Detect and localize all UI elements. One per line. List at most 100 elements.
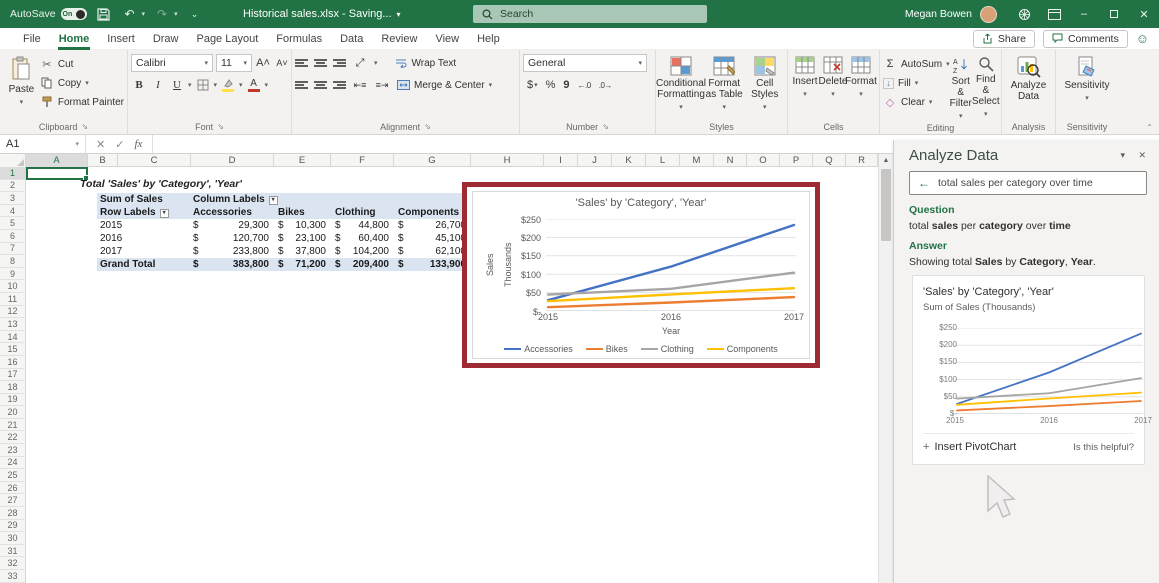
- increase-decimal-button[interactable]: ←.0: [578, 81, 591, 90]
- comments-button[interactable]: Comments: [1043, 30, 1128, 48]
- sort-filter-button[interactable]: AZ Sort & Filter▾: [950, 52, 972, 122]
- row-header-27[interactable]: 27: [0, 494, 26, 507]
- ribbon-display-options-icon[interactable]: [1039, 0, 1069, 28]
- sheet-title-cell[interactable]: Total 'Sales' by 'Category', 'Year': [80, 178, 242, 190]
- tab-formulas[interactable]: Formulas: [267, 30, 331, 48]
- row-header-30[interactable]: 30: [0, 532, 26, 545]
- tab-view[interactable]: View: [426, 30, 468, 48]
- italic-button[interactable]: I: [150, 77, 166, 94]
- pivot-cell[interactable]: $45,100: [395, 232, 472, 245]
- format-cells-button[interactable]: Format▾: [847, 52, 875, 100]
- clipboard-launcher-icon[interactable]: ⇘: [81, 122, 88, 131]
- pivot-row-labels[interactable]: Row Labels▾: [97, 206, 190, 219]
- underline-button[interactable]: U: [169, 77, 185, 94]
- row-header-28[interactable]: 28: [0, 507, 26, 520]
- pivot-measure-label[interactable]: Sum of Sales: [97, 193, 190, 206]
- autosave-switch-icon[interactable]: On: [61, 8, 87, 20]
- pivot-cell[interactable]: $62,100: [395, 245, 472, 258]
- column-header-O[interactable]: O: [747, 154, 780, 167]
- orientation-icon[interactable]: ⤢: [352, 55, 368, 72]
- percent-style-button[interactable]: %: [546, 79, 556, 91]
- column-header-B[interactable]: B: [88, 154, 118, 167]
- undo-dropdown-icon[interactable]: ▾: [142, 10, 146, 18]
- row-header-23[interactable]: 23: [0, 444, 26, 457]
- column-labels-filter-icon[interactable]: ▾: [269, 196, 278, 205]
- pivot-cell[interactable]: $120,700: [190, 232, 275, 245]
- pivot-chart[interactable]: 'Sales' by 'Category', 'Year' Sales Thou…: [472, 191, 810, 359]
- pivot-cell[interactable]: $37,800: [275, 245, 332, 258]
- scroll-up-icon[interactable]: ▲: [879, 154, 893, 167]
- merge-center-button[interactable]: Merge & Center▾: [396, 77, 492, 93]
- row-header-11[interactable]: 11: [0, 293, 26, 306]
- redo-button[interactable]: ↷: [153, 6, 171, 22]
- is-this-helpful-link[interactable]: Is this helpful?: [1073, 442, 1134, 453]
- restore-button[interactable]: [1099, 0, 1129, 28]
- pivot-year-2017[interactable]: 2017: [97, 245, 190, 258]
- pivot-grand-total-label[interactable]: Grand Total: [97, 258, 190, 271]
- tab-draw[interactable]: Draw: [144, 30, 188, 48]
- row-header-15[interactable]: 15: [0, 343, 26, 356]
- pane-options-icon[interactable]: ▾: [1120, 150, 1125, 161]
- undo-button[interactable]: ↶: [121, 6, 139, 22]
- scrollbar-thumb[interactable]: [881, 169, 891, 241]
- row-header-33[interactable]: 33: [0, 570, 26, 583]
- column-header-A[interactable]: A: [26, 154, 88, 167]
- format-painter-button[interactable]: Format Painter: [40, 94, 124, 110]
- column-header-C[interactable]: C: [118, 154, 191, 167]
- decrease-font-icon[interactable]: A˅: [274, 55, 290, 72]
- pivot-cell[interactable]: $60,400: [332, 232, 395, 245]
- row-header-14[interactable]: 14: [0, 331, 26, 344]
- insert-cells-button[interactable]: Insert▾: [791, 52, 819, 100]
- redo-dropdown-icon[interactable]: ▾: [174, 10, 178, 18]
- name-box-dropdown-icon[interactable]: ▾: [75, 140, 79, 148]
- close-button[interactable]: ✕: [1129, 0, 1159, 28]
- font-launcher-icon[interactable]: ⇘: [217, 122, 224, 131]
- row-header-12[interactable]: 12: [0, 306, 26, 319]
- pivot-cell[interactable]: $26,700: [395, 219, 472, 232]
- row-header-13[interactable]: 13: [0, 318, 26, 331]
- row-labels-filter-icon[interactable]: ▾: [160, 209, 169, 218]
- align-bottom-icon[interactable]: [333, 59, 346, 67]
- tab-home[interactable]: Home: [50, 30, 99, 48]
- row-header-7[interactable]: 7: [0, 243, 26, 256]
- column-header-P[interactable]: P: [780, 154, 813, 167]
- underline-dropdown-icon[interactable]: ▾: [188, 81, 192, 89]
- pivot-cell[interactable]: $10,300: [275, 219, 332, 232]
- wrap-text-button[interactable]: Wrap Text: [394, 55, 457, 71]
- pivot-cell[interactable]: $29,300: [190, 219, 275, 232]
- increase-indent-icon[interactable]: ≡⇥: [374, 77, 390, 94]
- row-header-2[interactable]: 2: [0, 180, 26, 193]
- alignment-launcher-icon[interactable]: ⇘: [424, 122, 431, 131]
- font-color-dropdown-icon[interactable]: ▾: [265, 81, 269, 89]
- delete-cells-button[interactable]: Delete▾: [819, 52, 847, 100]
- selected-cell-a1[interactable]: [26, 167, 88, 180]
- pivot-cell[interactable]: $133,900: [395, 258, 472, 271]
- insert-function-icon[interactable]: fx: [134, 138, 142, 150]
- analyze-data-button[interactable]: Analyze Data: [1005, 52, 1052, 102]
- document-title[interactable]: Historical sales.xlsx - Saving...▾: [243, 0, 401, 28]
- row-header-32[interactable]: 32: [0, 557, 26, 570]
- row-header-20[interactable]: 20: [0, 406, 26, 419]
- fill-button[interactable]: ↓Fill▾: [883, 75, 950, 91]
- font-name-select[interactable]: Calibri▾: [131, 54, 213, 72]
- format-as-table-button[interactable]: Format as Table▾: [703, 52, 745, 113]
- align-left-icon[interactable]: [295, 81, 308, 89]
- paste-button[interactable]: Paste▾: [3, 52, 40, 108]
- comma-style-button[interactable]: 9: [563, 79, 569, 91]
- row-header-22[interactable]: 22: [0, 431, 26, 444]
- font-size-select[interactable]: 11▾: [216, 54, 252, 72]
- cell-styles-button[interactable]: Cell Styles▾: [745, 52, 784, 113]
- decrease-decimal-button[interactable]: .0→: [599, 81, 612, 90]
- column-header-R[interactable]: R: [846, 154, 878, 167]
- row-header-26[interactable]: 26: [0, 482, 26, 495]
- search-box[interactable]: Search: [473, 5, 707, 23]
- row-header-25[interactable]: 25: [0, 469, 26, 482]
- decrease-indent-icon[interactable]: ⇤≡: [352, 77, 368, 94]
- row-header-31[interactable]: 31: [0, 545, 26, 558]
- clear-button[interactable]: ◇Clear▾: [883, 94, 950, 110]
- feedback-smiley-icon[interactable]: ☺: [1136, 31, 1149, 46]
- pivot-cell[interactable]: $71,200: [275, 258, 332, 271]
- row-header-29[interactable]: 29: [0, 520, 26, 533]
- row-header-8[interactable]: 8: [0, 255, 26, 268]
- fill-color-button[interactable]: [220, 77, 236, 94]
